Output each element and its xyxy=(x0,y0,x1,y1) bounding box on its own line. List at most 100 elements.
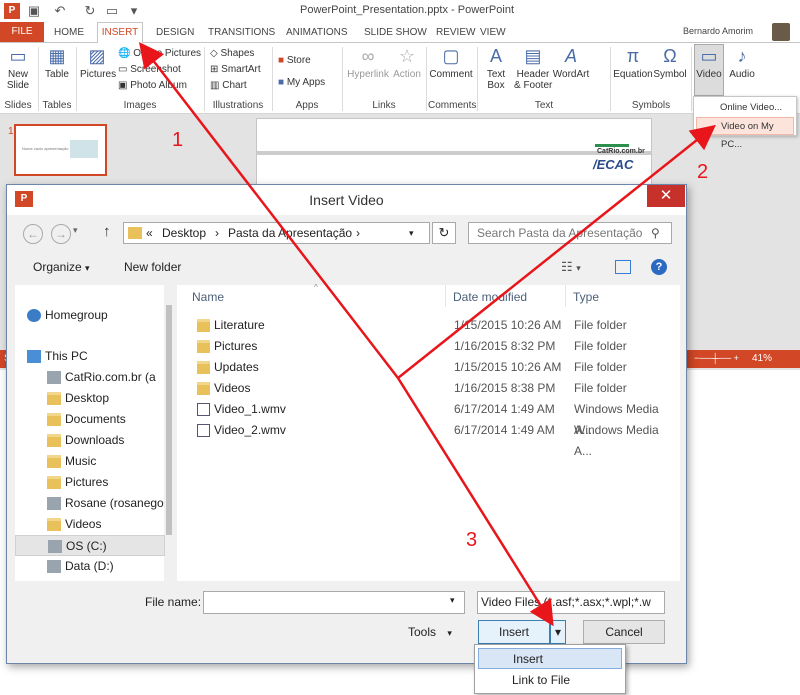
audio-button[interactable]: ♪ Audio xyxy=(727,45,757,80)
breadcrumb-desktop[interactable]: Desktop xyxy=(162,223,206,243)
file-row[interactable]: Video_2.wmv 6/17/2014 1:49 AM Windows Medi… xyxy=(177,420,677,458)
search-input[interactable]: Search Pasta da Apresentação ⚲ xyxy=(468,222,672,244)
breadcrumb-current[interactable]: Pasta da Apresentação xyxy=(228,223,352,243)
nav-item-desktop[interactable]: Desktop xyxy=(15,388,165,409)
online-pictures-button[interactable]: 🌐 Online Pictures xyxy=(118,46,201,62)
address-dropdown-icon[interactable]: ▾ xyxy=(409,223,414,243)
nav-item-downloads[interactable]: Downloads xyxy=(15,430,165,451)
new-folder-button[interactable]: New folder xyxy=(124,260,181,274)
homegroup-icon xyxy=(27,309,41,322)
column-header-type[interactable]: Type xyxy=(573,285,599,309)
divider xyxy=(342,47,343,111)
video-button[interactable]: ▭ Video xyxy=(694,44,724,96)
zoom-level[interactable]: 41% xyxy=(752,353,772,364)
column-header-name[interactable]: Name xyxy=(192,285,224,309)
undo-icon[interactable]: ↶ xyxy=(52,3,68,19)
up-button[interactable]: ↑ xyxy=(103,223,111,240)
store-button[interactable]: ■ Store xyxy=(278,53,311,69)
file-row[interactable]: Pictures 1/16/2015 8:32 PM File folder xyxy=(177,336,677,357)
recent-locations-icon[interactable]: ▾ xyxy=(73,225,78,236)
zoom-slider[interactable]: −──┼── + xyxy=(694,353,739,363)
file-name-input[interactable] xyxy=(203,591,465,614)
tab-home[interactable]: HOME xyxy=(50,25,88,42)
save-icon[interactable]: ▣ xyxy=(26,3,42,19)
nav-item-this-pc[interactable]: This PC xyxy=(15,346,165,367)
action-button[interactable]: ☆ Action xyxy=(392,45,422,80)
nav-item-network-drive[interactable]: CatRio.com.br (a xyxy=(15,367,165,388)
customize-qat-icon[interactable]: ▾ xyxy=(126,3,142,19)
column-header-date[interactable]: Date modified xyxy=(453,285,527,309)
video-on-my-pc-item[interactable]: Video on My PC... xyxy=(696,117,794,150)
refresh-button[interactable]: ↻ xyxy=(432,222,456,244)
insert-split-arrow-icon[interactable]: ▾ xyxy=(550,620,566,644)
tab-review[interactable]: REVIEW xyxy=(432,25,479,42)
pictures-button[interactable]: ▨ Pictures xyxy=(80,45,116,80)
my-apps-icon: ■ xyxy=(278,77,285,88)
insert-menu-item[interactable]: Insert xyxy=(478,648,622,669)
smartart-button[interactable]: ⊞ SmartArt xyxy=(210,62,261,78)
group-label-links: Links xyxy=(372,100,396,111)
help-icon[interactable]: ? xyxy=(651,259,667,275)
view-options-icon[interactable]: ☷ ▾ xyxy=(561,259,581,275)
new-slide-button[interactable]: ▭ New Slide xyxy=(3,45,33,91)
hyperlink-button[interactable]: ∞ Hyperlink xyxy=(346,45,390,80)
hyperlink-icon: ∞ xyxy=(361,46,375,66)
nav-item-os-c[interactable]: OS (C:) xyxy=(15,535,165,556)
table-button[interactable]: ▦ Table xyxy=(42,45,72,80)
comment-button[interactable]: ▢ Comment xyxy=(429,45,473,80)
nav-item-pictures[interactable]: Pictures xyxy=(15,472,165,493)
chart-button[interactable]: ▥ Chart xyxy=(210,78,247,94)
tab-slide-show[interactable]: SLIDE SHOW xyxy=(360,25,431,42)
file-type-select[interactable]: Video Files (*.asf;*.asx;*.wpl;*.w xyxy=(477,591,665,614)
slide-thumbnail[interactable]: Nome vazio apresentação xyxy=(14,124,107,176)
header-footer-button[interactable]: ▤ Header & Footer xyxy=(514,45,552,91)
tab-transitions[interactable]: TRANSITIONS xyxy=(204,25,279,42)
organize-button[interactable]: Organize ▾ xyxy=(33,260,90,274)
tab-design[interactable]: DESIGN xyxy=(152,25,198,42)
tab-animations[interactable]: ANIMATIONS xyxy=(282,25,351,42)
avatar[interactable] xyxy=(772,23,790,41)
screenshot-button[interactable]: ▭ Screenshot xyxy=(118,62,181,78)
address-bar[interactable]: « Desktop › Pasta da Apresentação › ▾ xyxy=(123,222,430,244)
redo-icon[interactable]: ↻ xyxy=(82,3,98,19)
user-name[interactable]: Bernardo Amorim xyxy=(683,26,753,36)
shapes-button[interactable]: ◇ Shapes xyxy=(210,46,254,62)
symbol-button[interactable]: Ω Symbol xyxy=(653,45,687,80)
folder-icon xyxy=(47,476,61,489)
nav-item-documents[interactable]: Documents xyxy=(15,409,165,430)
start-slideshow-icon[interactable]: ▭ xyxy=(104,3,120,19)
nav-scrollbar-thumb[interactable] xyxy=(166,305,172,535)
tab-file[interactable]: FILE xyxy=(0,22,44,42)
equation-button[interactable]: π Equation xyxy=(613,45,653,80)
tab-insert[interactable]: INSERT xyxy=(97,22,143,43)
tab-view[interactable]: VIEW xyxy=(476,25,510,42)
computer-icon xyxy=(27,350,41,363)
insert-button[interactable]: Insert xyxy=(478,620,550,644)
nav-item-network-drive-2[interactable]: Rosane (rosanego xyxy=(15,493,165,514)
file-list: Name Date modified Type ^ Literature 1/15… xyxy=(177,283,680,581)
powerpoint-app-icon[interactable]: P xyxy=(4,3,20,19)
file-name-dropdown-icon[interactable]: ▾ xyxy=(450,595,455,606)
file-row[interactable]: Literature 1/15/2015 10:26 AM File folder xyxy=(177,315,677,336)
file-row[interactable]: Updates 1/15/2015 10:26 AM File folder xyxy=(177,357,677,378)
close-button[interactable]: ✕ xyxy=(647,185,685,207)
forward-button[interactable]: → xyxy=(51,224,71,244)
file-row[interactable]: Video_1.wmv 6/17/2014 1:49 AM Windows Medi… xyxy=(177,399,677,437)
nav-item-homegroup[interactable]: Homegroup xyxy=(15,305,165,326)
nav-item-data-d[interactable]: Data (D:) xyxy=(15,556,165,577)
back-button[interactable]: ← xyxy=(23,224,43,244)
divider xyxy=(445,285,446,307)
photo-album-button[interactable]: ▣ Photo Album xyxy=(118,78,187,94)
text-box-button[interactable]: A Text Box xyxy=(481,45,511,91)
thumbnail-image xyxy=(70,140,98,158)
link-to-file-menu-item[interactable]: Link to File xyxy=(478,670,622,691)
file-row[interactable]: Videos 1/16/2015 8:38 PM File folder xyxy=(177,378,677,399)
nav-item-music[interactable]: Music xyxy=(15,451,165,472)
preview-pane-icon[interactable] xyxy=(615,260,631,274)
tools-button[interactable]: Tools ▾ xyxy=(408,625,452,639)
wordart-button[interactable]: A WordArt xyxy=(552,45,590,80)
my-apps-button[interactable]: ■ My Apps xyxy=(278,75,325,91)
online-video-item[interactable]: Online Video... xyxy=(696,99,794,117)
nav-item-videos[interactable]: Videos xyxy=(15,514,165,535)
cancel-button[interactable]: Cancel xyxy=(583,620,665,644)
